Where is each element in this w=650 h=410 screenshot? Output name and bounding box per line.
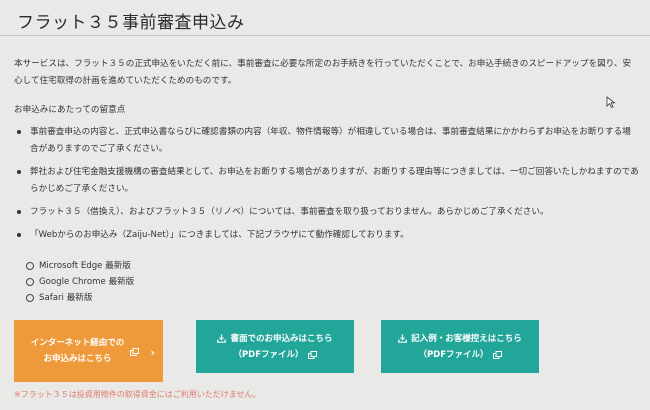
paper-apply-pdf-button[interactable]: 書面でのお申込みはこちら （PDFファイル）: [196, 320, 354, 373]
example-copy-label-2: （PDFファイル）: [418, 349, 489, 360]
example-copy-pdf-button[interactable]: 記入例・お客様控えはこちら （PDFファイル）: [381, 320, 539, 373]
external-link-icon: [130, 348, 139, 356]
internet-apply-button[interactable]: インターネット経由での お申込みはこちら ›: [14, 320, 163, 382]
download-icon: [217, 334, 227, 343]
bullet-icon: [17, 233, 21, 237]
internet-apply-label-1: インターネット経由での: [30, 338, 125, 348]
list-item: フラット３５（借換え）、およびフラット３５（リノベ）については、事前審査を取り扱…: [14, 204, 639, 221]
notes-list: 事前審査申込の内容と、正式申込書ならびに確認書類の内容（年収、物件情報等）が相違…: [14, 124, 639, 250]
list-item: Safari 最新版: [26, 290, 134, 306]
circle-bullet-icon: [26, 278, 34, 286]
paper-apply-label-2: （PDFファイル）: [233, 349, 304, 360]
browser-list: Microsoft Edge 最新版 Google Chrome 最新版 Saf…: [26, 258, 134, 306]
note-text: 弊社および住宅金融支援機構の審査結果として、お申込をお断りする場合がありますが、…: [30, 167, 639, 194]
list-item: Microsoft Edge 最新版: [26, 258, 134, 274]
note-text: 「Webからのお申込み（Zaiju-Net）」につきましては、下記ブラウザにて動…: [30, 230, 409, 240]
list-item: Google Chrome 最新版: [26, 274, 134, 290]
circle-bullet-icon: [26, 294, 34, 302]
mouse-cursor-icon: [606, 96, 616, 108]
bullet-icon: [17, 170, 21, 174]
list-item: 事前審査申込の内容と、正式申込書ならびに確認書類の内容（年収、物件情報等）が相違…: [14, 124, 639, 158]
paper-apply-label-1: 書面でのお申込みはこちら: [230, 333, 333, 344]
external-link-icon: [492, 350, 502, 359]
list-item: 弊社および住宅金融支援機構の審査結果として、お申込をお断りする場合がありますが、…: [14, 164, 639, 198]
note-text: フラット３５（借換え）、およびフラット３５（リノベ）については、事前審査を取り扱…: [30, 207, 549, 217]
bullet-icon: [17, 210, 21, 214]
bullet-icon: [17, 130, 21, 134]
note-text: 事前審査申込の内容と、正式申込書ならびに確認書類の内容（年収、物件情報等）が相違…: [30, 127, 631, 154]
browser-name: Google Chrome 最新版: [39, 277, 135, 287]
internet-apply-label-2: お申込みはこちら: [43, 354, 112, 364]
page-title: フラット３５事前審査申込み: [17, 13, 245, 33]
browser-name: Safari 最新版: [39, 293, 93, 303]
footnote-text: ※フラット３５は投資用物件の取得資金にはご利用いただけません。: [14, 390, 261, 399]
circle-bullet-icon: [26, 262, 34, 270]
download-icon: [398, 334, 408, 343]
intro-text: 本サービスは、フラット３５の正式申込をいただく前に、事前審査に必要な所定のお手続…: [14, 59, 632, 86]
browser-name: Microsoft Edge 最新版: [39, 261, 131, 271]
notes-heading: お申込みにあたっての留意点: [14, 105, 126, 115]
example-copy-label-1: 記入例・お客様控えはこちら: [411, 333, 522, 344]
chevron-right-icon: ›: [150, 346, 155, 359]
external-link-icon: [307, 350, 317, 359]
list-item: 「Webからのお申込み（Zaiju-Net）」につきましては、下記ブラウザにて動…: [14, 227, 639, 244]
title-divider: [0, 35, 650, 36]
